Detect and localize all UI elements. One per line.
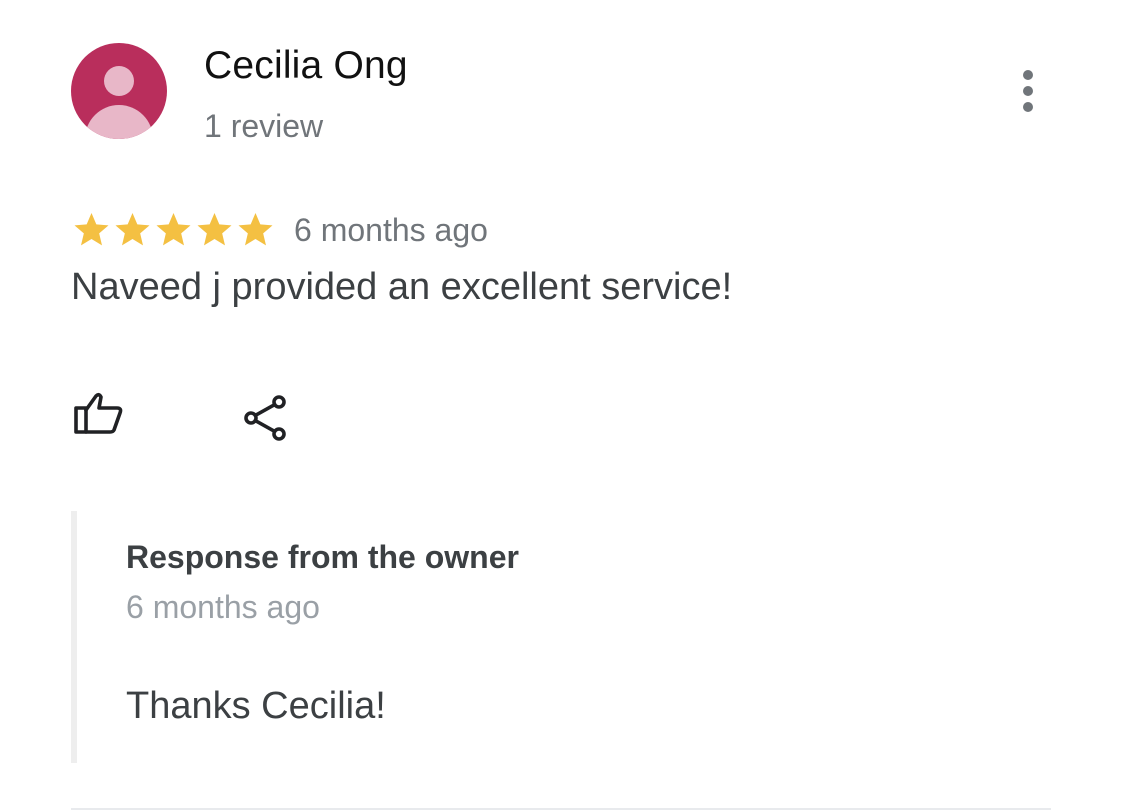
person-icon bbox=[85, 66, 153, 139]
owner-response-title: Response from the owner bbox=[126, 539, 519, 575]
divider bbox=[71, 808, 1051, 810]
review-date: 6 months ago bbox=[294, 211, 488, 248]
reviewer-name[interactable]: Cecilia Ong bbox=[204, 44, 408, 88]
share-icon bbox=[244, 395, 286, 441]
reviewer-review-count: 1 review bbox=[204, 108, 324, 144]
rating-row: 6 months ago bbox=[71, 206, 488, 254]
owner-response-date: 6 months ago bbox=[126, 589, 320, 625]
reviewer-avatar[interactable] bbox=[71, 43, 167, 139]
star-icon bbox=[156, 213, 191, 246]
more-vert-icon bbox=[1023, 70, 1033, 112]
owner-response: Response from the owner 6 months ago Tha… bbox=[71, 511, 1037, 763]
like-button[interactable] bbox=[72, 388, 128, 440]
owner-response-text: Thanks Cecilia! bbox=[126, 685, 386, 727]
thumbs-up-icon bbox=[74, 392, 123, 434]
star-rating bbox=[71, 210, 276, 250]
star-icon bbox=[74, 213, 109, 246]
star-icon bbox=[238, 213, 273, 246]
star-icon bbox=[197, 213, 232, 246]
star-icon bbox=[115, 213, 150, 246]
more-options-button[interactable] bbox=[1008, 66, 1048, 116]
review-text: Naveed j provided an excellent service! bbox=[71, 266, 733, 308]
share-button[interactable] bbox=[240, 392, 292, 444]
